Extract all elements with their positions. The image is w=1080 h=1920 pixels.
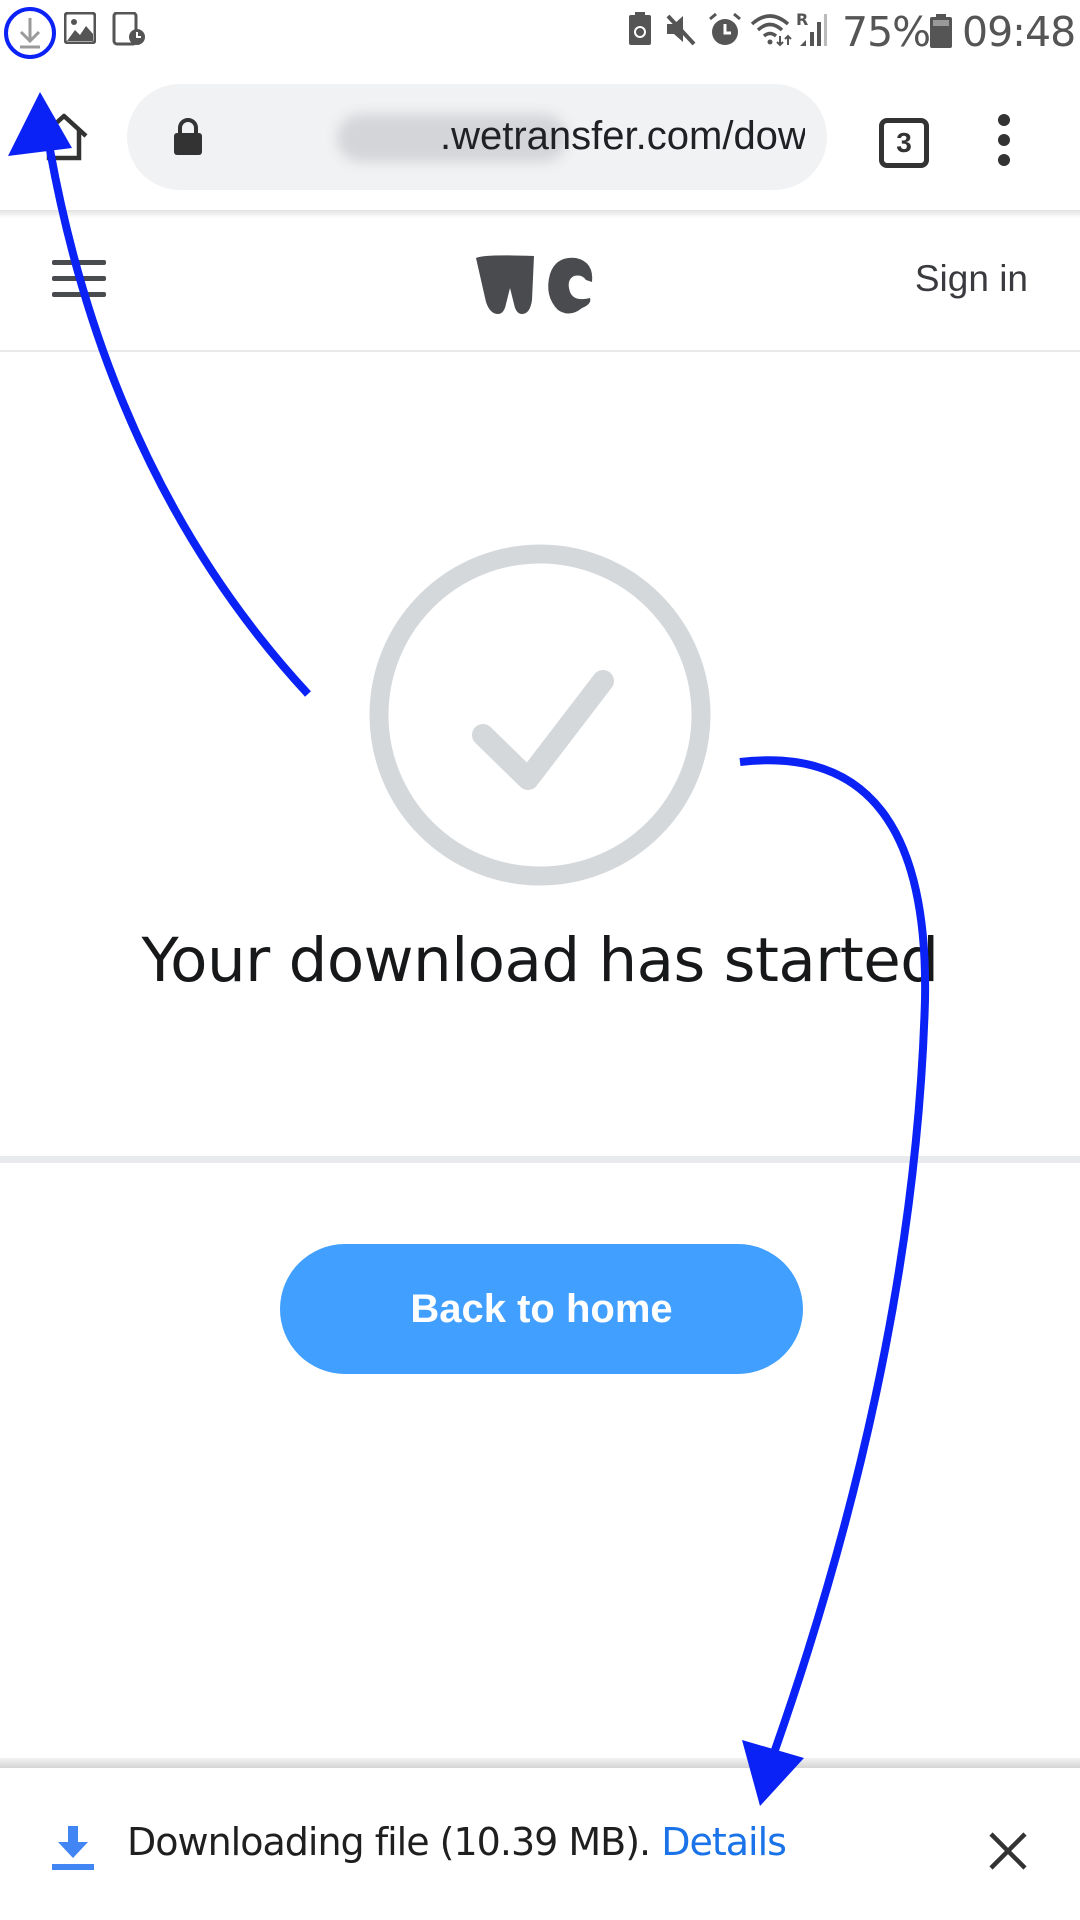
alarm-icon xyxy=(709,12,741,45)
image-icon xyxy=(64,12,96,44)
home-icon[interactable] xyxy=(38,112,90,162)
toolbar-shadow xyxy=(0,210,1080,218)
status-bar: R 75% 09:48 xyxy=(0,0,1080,64)
download-notification-icon xyxy=(19,18,41,49)
address-bar[interactable]: .wetransfer.com/down xyxy=(127,84,827,190)
download-started-heading: Your download has started xyxy=(141,925,939,996)
mute-icon xyxy=(666,14,696,46)
details-link[interactable]: Details xyxy=(661,1820,787,1864)
close-icon[interactable] xyxy=(983,1826,1033,1876)
wifi-icon xyxy=(750,14,792,47)
download-status-text: Downloading file (10.39 MB). xyxy=(127,1820,662,1864)
site-header: Sign in xyxy=(0,218,1080,352)
hamburger-menu-icon[interactable] xyxy=(52,258,106,298)
battery-saver-icon xyxy=(629,12,651,45)
browser-toolbar: .wetransfer.com/down 3 xyxy=(0,64,1080,210)
back-to-home-button[interactable]: Back to home xyxy=(280,1244,803,1374)
download-message: Downloading file (10.39 MB). Details xyxy=(127,1820,787,1864)
download-icon xyxy=(52,1826,94,1870)
screen-timer-icon xyxy=(112,12,145,46)
wetransfer-logo[interactable] xyxy=(474,252,596,322)
clock: 09:48 xyxy=(962,8,1076,56)
battery-icon xyxy=(930,14,952,48)
content-divider xyxy=(0,1156,1080,1163)
url-text[interactable]: .wetransfer.com/down xyxy=(440,114,805,159)
download-infobar: Downloading file (10.39 MB). Details xyxy=(0,1768,1080,1920)
check-circle-icon xyxy=(369,544,711,886)
sign-in-link[interactable]: Sign in xyxy=(915,258,1028,300)
signal-icon xyxy=(800,14,827,46)
tab-switcher-button[interactable]: 3 xyxy=(879,118,929,168)
more-vert-icon[interactable] xyxy=(996,112,1012,168)
lock-icon[interactable] xyxy=(173,118,203,156)
battery-percent: 75% xyxy=(842,8,931,56)
